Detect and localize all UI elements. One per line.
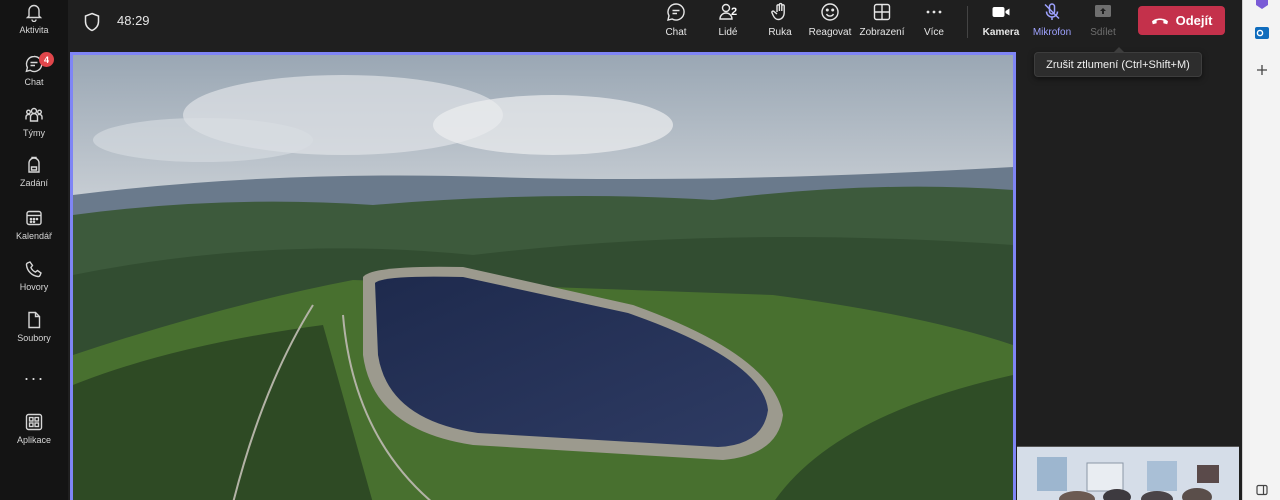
backpack-icon — [28, 156, 40, 173]
rail-item-chat[interactable]: 4 Chat — [0, 52, 68, 102]
microphone-button[interactable]: Mikrofon — [1031, 2, 1073, 42]
more-dots-icon — [926, 10, 942, 14]
smiley-icon — [821, 3, 839, 21]
rail-item-assignments[interactable]: Zadání — [0, 155, 68, 203]
rail-item-calls[interactable]: Hovory — [0, 259, 68, 307]
rail-item-apps[interactable]: Aplikace — [0, 412, 68, 460]
rail-item-teams[interactable]: Týmy — [0, 105, 68, 153]
share-label: Sdílet — [1090, 27, 1116, 38]
rail-label-files: Soubory — [17, 333, 51, 343]
browser-side-strip — [1242, 0, 1280, 500]
rail-label-activity: Aktivita — [19, 25, 49, 35]
calendar-icon — [26, 210, 42, 226]
rail-item-files[interactable]: Soubory — [0, 310, 68, 358]
more-apps-icon[interactable]: ··· — [0, 368, 68, 389]
view-label: Zobrazení — [859, 27, 905, 38]
people-button[interactable]: 2 Lidé — [713, 2, 743, 42]
meeting-timer: 48:29 — [117, 13, 150, 28]
phone-icon — [25, 261, 42, 278]
bell-icon — [25, 4, 43, 22]
microphone-off-icon — [1044, 3, 1060, 20]
reservoir-landscape-video — [73, 55, 1013, 500]
outlook-icon[interactable] — [1252, 23, 1272, 43]
raise-hand-label: Ruka — [768, 27, 792, 38]
unread-badge: 4 — [39, 52, 54, 67]
rail-label-assignments: Zadání — [19, 178, 49, 188]
rail-item-calendar[interactable]: Kalendář — [0, 208, 68, 256]
hand-icon — [771, 2, 785, 21]
participant-video-thumbnail[interactable] — [1017, 446, 1239, 500]
chat-button-label: Chat — [665, 27, 687, 38]
rail-label-chat: Chat — [24, 77, 44, 87]
rail-label-apps: Aplikace — [16, 435, 52, 445]
sidebar-toggle-icon[interactable] — [1252, 480, 1272, 500]
add-icon[interactable] — [1252, 60, 1272, 80]
hang-up-icon — [1151, 18, 1168, 24]
microphone-tooltip: Zrušit ztlumení (Ctrl+Shift+M) — [1034, 47, 1202, 77]
leave-label: Odejít — [1175, 13, 1213, 28]
share-screen-icon — [1095, 5, 1111, 17]
layout-grid-icon — [873, 3, 891, 21]
share-button[interactable]: Sdílet — [1089, 2, 1117, 42]
rail-label-calls: Hovory — [19, 282, 49, 292]
copilot-icon[interactable] — [1252, 0, 1272, 12]
toolbar-divider — [967, 6, 968, 38]
chat-button[interactable]: Chat — [661, 2, 691, 42]
rail-label-teams: Týmy — [23, 128, 45, 138]
chat-bubble-icon — [667, 3, 685, 21]
teams-icon — [25, 107, 43, 122]
react-button[interactable]: Reagovat — [808, 2, 852, 42]
meeting-toolbar: 48:29 Chat 2 Lidé Ruka Reagovat Zobrazen… — [68, 0, 1242, 44]
raise-hand-button[interactable]: Ruka — [765, 2, 795, 42]
teams-meeting-window: Aktivita 4 Chat Týmy Zadání Kalendář Hov… — [0, 0, 1280, 500]
leave-button[interactable]: Odejít — [1138, 6, 1225, 35]
apps-icon — [25, 413, 43, 431]
classroom-video — [1017, 447, 1239, 500]
file-icon — [28, 311, 41, 329]
app-rail: Aktivita 4 Chat Týmy Zadání Kalendář Hov… — [0, 0, 68, 500]
view-button[interactable]: Zobrazení — [858, 2, 906, 42]
participant-count: 2 — [731, 6, 738, 18]
people-button-label: Lidé — [718, 27, 738, 38]
camera-button[interactable]: Kamera — [983, 2, 1019, 42]
rail-item-activity[interactable]: Aktivita — [0, 2, 68, 50]
react-label: Reagovat — [808, 27, 852, 38]
more-label: Více — [923, 27, 944, 38]
shield-icon[interactable] — [83, 12, 101, 32]
more-button[interactable]: Více — [920, 2, 948, 42]
rail-label-calendar: Kalendář — [15, 231, 53, 241]
video-camera-icon — [992, 7, 1010, 17]
camera-label: Kamera — [982, 27, 1020, 38]
microphone-label: Mikrofon — [1032, 27, 1072, 38]
shared-content-stage[interactable] — [70, 52, 1016, 500]
